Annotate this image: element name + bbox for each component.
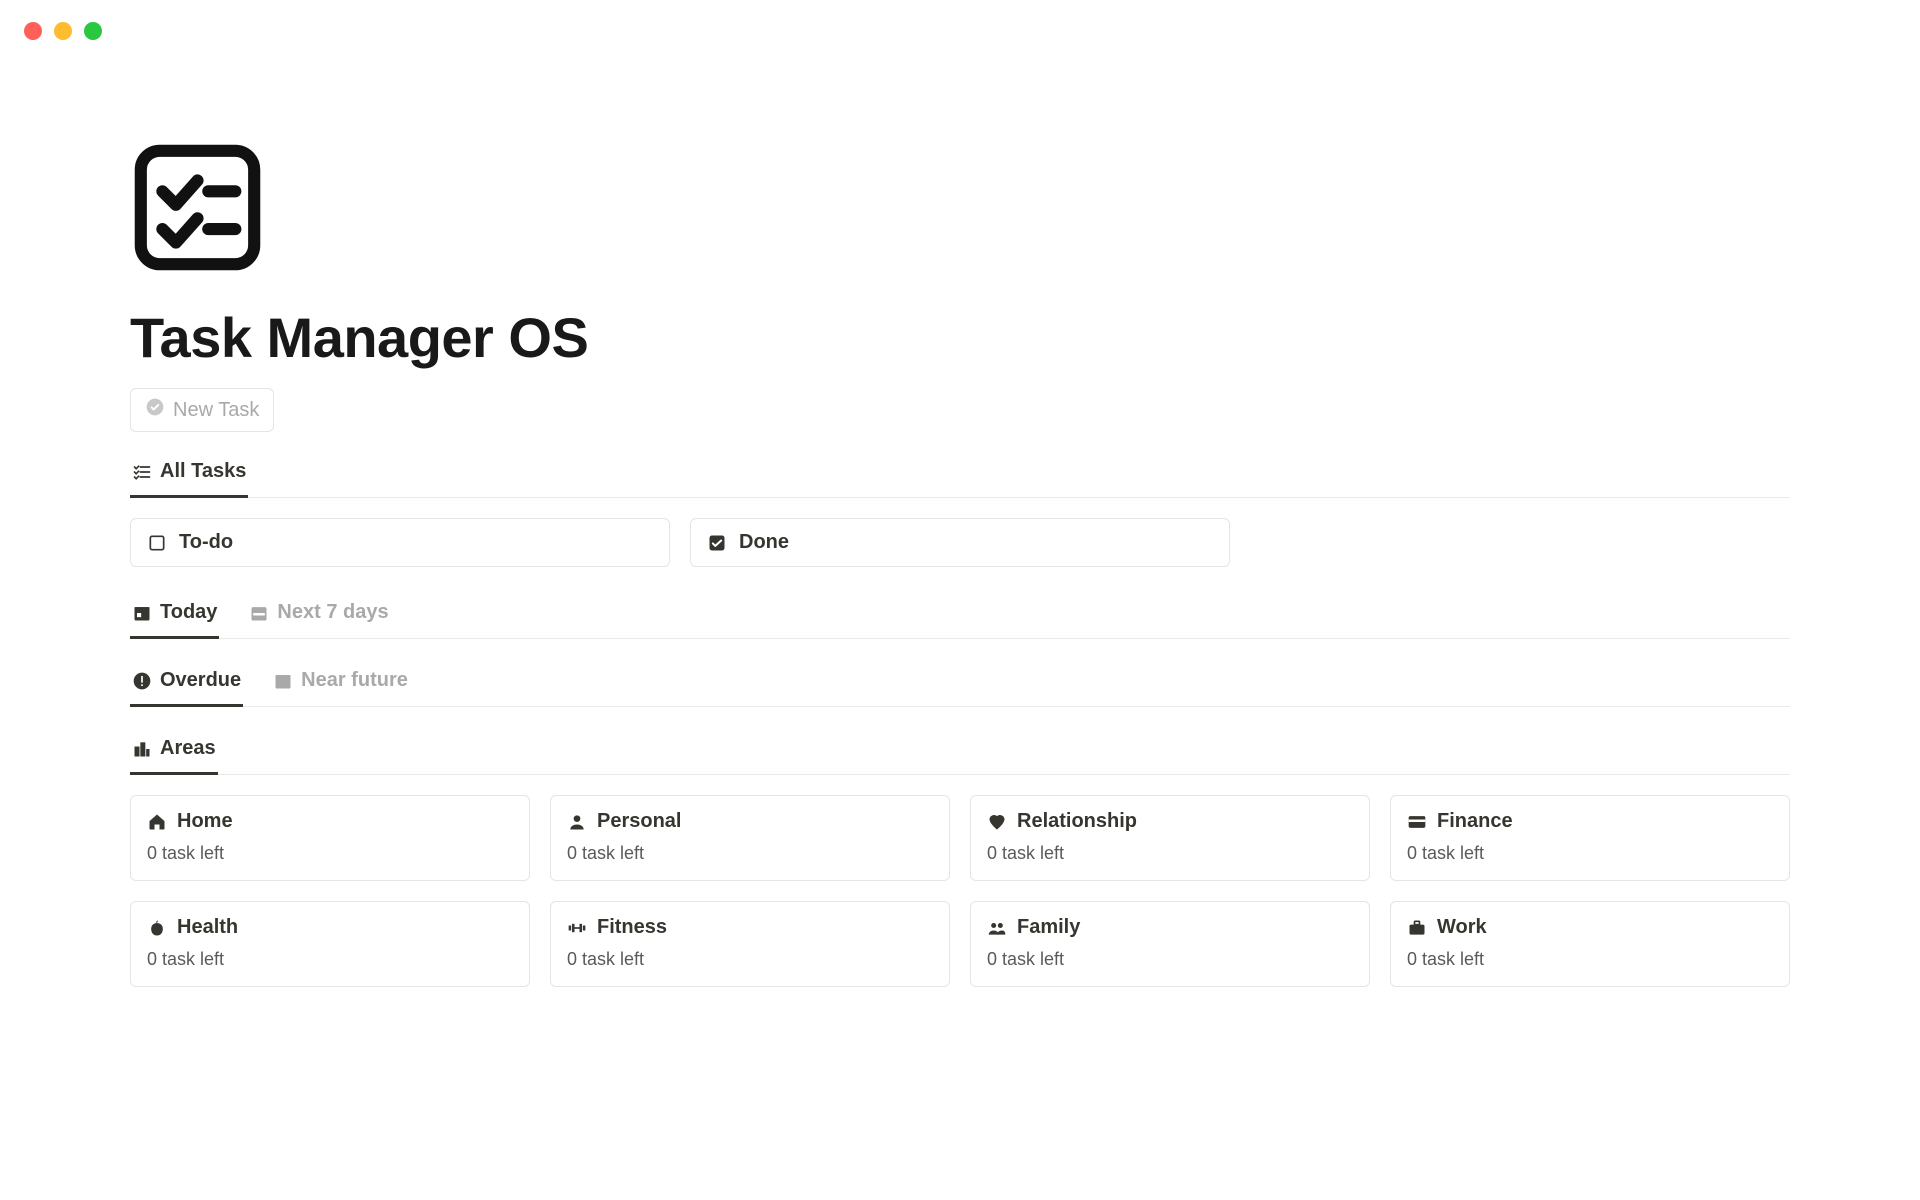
briefcase-icon [1407,918,1427,938]
area-card-finance[interactable]: Finance 0 task left [1390,795,1790,881]
user-icon [567,812,587,832]
status-done-label: Done [739,531,789,554]
area-card-home[interactable]: Home 0 task left [130,795,530,881]
status-card-done[interactable]: Done [690,518,1230,567]
window-controls [0,0,1920,40]
area-task-count: 0 task left [1407,949,1773,970]
area-head: Relationship [987,810,1353,833]
tabbar-time: Today Next 7 days [130,591,1790,639]
area-task-count: 0 task left [567,843,933,864]
calendar-week-icon [249,603,269,623]
area-head: Home [147,810,513,833]
card-icon [1407,812,1427,832]
window-minimize-button[interactable] [54,22,72,40]
area-head: Finance [1407,810,1773,833]
tabbar-areas: Areas [130,727,1790,775]
tab-near-future[interactable]: Near future [271,659,410,707]
tab-next-7-days-label: Next 7 days [277,601,388,624]
area-task-count: 0 task left [987,949,1353,970]
users-icon [987,918,1007,938]
tab-near-future-label: Near future [301,669,408,692]
square-icon [147,533,167,553]
status-row: To-do Done [130,518,1790,567]
area-head: Fitness [567,916,933,939]
tab-overdue[interactable]: Overdue [130,659,243,707]
status-card-todo[interactable]: To-do [130,518,670,567]
tab-all-tasks-label: All Tasks [160,460,246,483]
buildings-icon [132,739,152,759]
area-name: Personal [597,810,681,833]
area-card-health[interactable]: Health 0 task left [130,901,530,987]
area-name: Family [1017,916,1080,939]
page-content: Task Manager OS New Task All Tasks To-do… [0,40,1920,987]
calendar-icon [273,671,293,691]
apple-icon [147,918,167,938]
area-name: Work [1437,916,1487,939]
area-card-family[interactable]: Family 0 task left [970,901,1370,987]
tabbar-horizon: Overdue Near future [130,659,1790,707]
new-task-label: New Task [173,399,259,422]
page-title: Task Manager OS [130,305,1790,370]
area-name: Home [177,810,233,833]
tab-areas[interactable]: Areas [130,727,218,775]
heart-icon [987,812,1007,832]
tabbar-all-tasks: All Tasks [130,450,1790,498]
area-head: Work [1407,916,1773,939]
area-task-count: 0 task left [147,843,513,864]
exclamation-circle-icon [132,671,152,691]
tab-overdue-label: Overdue [160,669,241,692]
area-task-count: 0 task left [567,949,933,970]
tab-next-7-days[interactable]: Next 7 days [247,591,390,639]
areas-grid: Home0 task leftPersonal0 task leftRelati… [130,795,1790,987]
tab-all-tasks[interactable]: All Tasks [130,450,248,498]
area-name: Relationship [1017,810,1137,833]
home-icon [147,812,167,832]
tab-areas-label: Areas [160,737,216,760]
page-icon-checklist [130,140,1790,275]
new-task-button[interactable]: New Task [130,388,274,432]
checklist-icon [130,140,265,275]
area-task-count: 0 task left [1407,843,1773,864]
area-task-count: 0 task left [987,843,1353,864]
area-head: Family [987,916,1353,939]
area-name: Finance [1437,810,1513,833]
area-card-relationship[interactable]: Relationship 0 task left [970,795,1370,881]
status-todo-label: To-do [179,531,233,554]
calendar-day-icon [132,603,152,623]
tab-today-label: Today [160,601,217,624]
window-maximize-button[interactable] [84,22,102,40]
list-check-icon [132,462,152,482]
area-card-personal[interactable]: Personal 0 task left [550,795,950,881]
area-head: Health [147,916,513,939]
area-card-fitness[interactable]: Fitness 0 task left [550,901,950,987]
area-head: Personal [567,810,933,833]
area-task-count: 0 task left [147,949,513,970]
square-check-icon [707,533,727,553]
check-circle-icon [145,397,165,423]
area-name: Fitness [597,916,667,939]
window-close-button[interactable] [24,22,42,40]
area-card-work[interactable]: Work 0 task left [1390,901,1790,987]
tab-today[interactable]: Today [130,591,219,639]
area-name: Health [177,916,238,939]
dumbbell-icon [567,918,587,938]
